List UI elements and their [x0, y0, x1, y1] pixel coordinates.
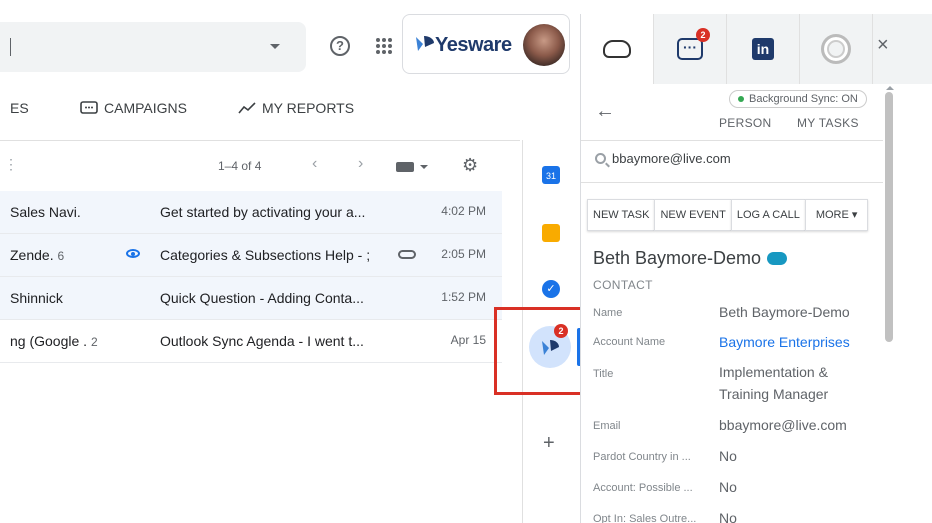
notification-badge: 2	[696, 28, 710, 42]
calendar-icon[interactable]: 31	[542, 166, 560, 184]
email-sender: Zende. 6	[10, 247, 64, 263]
email-time: 1:52 PM	[441, 290, 486, 304]
toolbar-divider	[0, 140, 520, 141]
email-time: Apr 15	[450, 333, 486, 347]
attachment-icon	[398, 250, 416, 259]
email-time: 2:05 PM	[441, 247, 486, 261]
contact-name-text: Beth Baymore-Demo	[593, 248, 762, 268]
table-row[interactable]: Sales Navi. Get started by activating yo…	[0, 191, 502, 234]
email-sender: ng (Google . 2	[10, 333, 98, 349]
prev-page-button[interactable]: ‹	[312, 155, 317, 173]
action-bar: NEW TASK NEW EVENT LOG A CALL MORE ▾	[587, 199, 869, 231]
sync-status-text: Background Sync: ON	[749, 93, 858, 105]
field-label-name: Name	[593, 307, 623, 319]
contact-name: Beth Baymore-Demo	[593, 248, 788, 269]
email-sender-text: ng (Google .	[10, 333, 88, 349]
email-time: 4:02 PM	[441, 204, 486, 218]
contact-search-input[interactable]: bbaymore@live.com	[595, 151, 731, 166]
tab-my-tasks[interactable]: MY TASKS	[797, 116, 859, 130]
email-subject: Get started by activating your a...	[160, 204, 366, 220]
keyboard-icon[interactable]	[396, 162, 414, 172]
email-subject: Outlook Sync Agenda - I went t...	[160, 333, 364, 349]
email-sender: Shinnick	[10, 290, 63, 306]
linkedin-icon: in	[752, 38, 774, 60]
keep-icon[interactable]	[542, 224, 560, 242]
apps-grid-icon[interactable]	[376, 38, 392, 54]
more-options-icon[interactable]: ⋮	[4, 156, 18, 173]
eye-icon	[126, 249, 140, 258]
field-value-pardot-country: No	[719, 448, 737, 464]
nav-tab-campaigns[interactable]: CAMPAIGNS	[80, 100, 187, 116]
field-label-account-possible: Account: Possible ...	[593, 482, 693, 494]
search-options-caret-icon[interactable]	[270, 44, 280, 49]
contact-type-label: CONTACT	[593, 278, 653, 292]
contact-search-value: bbaymore@live.com	[612, 151, 731, 166]
email-subject: Categories & Subsections Help - ;	[160, 247, 371, 263]
salesforce-cloud-icon[interactable]	[767, 252, 788, 265]
nav-tab-reports-label: MY REPORTS	[262, 100, 355, 116]
field-label-title: Title	[593, 368, 614, 380]
mail-search-bar[interactable]	[0, 22, 306, 72]
tasks-icon[interactable]: ✓	[542, 280, 560, 298]
field-label-opt-in: Opt In: Sales Outre...	[593, 513, 697, 523]
cloud-sync-icon	[603, 40, 631, 58]
nav-tab-campaigns-label: CAMPAIGNS	[104, 100, 187, 116]
next-page-button[interactable]: ›	[358, 155, 363, 173]
tab-messages[interactable]: ··· 2	[654, 14, 727, 84]
gear-icon[interactable]: ⚙	[462, 155, 478, 176]
campaigns-icon	[80, 101, 98, 114]
yesware-nav: ES CAMPAIGNS MY REPORTS	[0, 86, 580, 130]
pagination-range: 1–4 of 4	[218, 159, 262, 173]
email-sender: Sales Navi.	[10, 204, 81, 220]
field-label-account: Account Name	[593, 336, 666, 348]
thread-count: 2	[90, 335, 98, 349]
field-label-pardot-country: Pardot Country in ...	[593, 451, 691, 463]
sync-status-badge: Background Sync: ON	[729, 90, 867, 108]
yesware-account-box[interactable]: Yesware	[402, 14, 570, 74]
yesware-logo-icon	[416, 36, 434, 51]
add-addon-icon[interactable]: +	[543, 432, 555, 455]
more-button[interactable]: MORE ▾	[804, 199, 869, 231]
text-cursor	[10, 38, 11, 56]
ring-icon	[821, 34, 851, 64]
new-task-button[interactable]: NEW TASK	[587, 199, 655, 231]
yesware-sidebar-panel: ··· 2 in × ← Background Sync: ON PERSON …	[580, 14, 932, 523]
panel-scrollbar[interactable]	[885, 92, 893, 342]
field-value-opt-in: No	[719, 510, 737, 523]
email-list: Sales Navi. Get started by activating yo…	[0, 191, 502, 363]
nav-tab-reports[interactable]: MY REPORTS	[238, 100, 354, 116]
log-call-button[interactable]: LOG A CALL	[730, 199, 805, 231]
help-icon[interactable]: ?	[330, 36, 350, 56]
status-dot-icon	[738, 96, 744, 102]
close-icon[interactable]: ×	[877, 34, 889, 57]
panel-divider	[581, 140, 883, 141]
account-link[interactable]: Baymore Enterprises	[719, 331, 869, 353]
table-row[interactable]: Shinnick Quick Question - Adding Conta..…	[0, 277, 502, 320]
search-icon	[595, 153, 606, 164]
scroll-up-arrow-icon[interactable]	[886, 86, 894, 90]
panel-divider	[581, 182, 883, 183]
tab-person[interactable]: PERSON	[719, 116, 771, 130]
tab-linkedin[interactable]: in	[727, 14, 800, 84]
thread-count: 6	[57, 249, 65, 263]
field-value-name: Beth Baymore-Demo	[719, 304, 850, 320]
new-event-button[interactable]: NEW EVENT	[654, 199, 731, 231]
field-value-email: bbaymore@live.com	[719, 417, 847, 433]
avatar[interactable]	[523, 24, 565, 66]
brand-name: Yesware	[435, 34, 512, 56]
tab-integration[interactable]	[800, 14, 873, 84]
nav-tab-partial-label: ES	[10, 100, 29, 116]
back-arrow-icon[interactable]: ←	[595, 100, 615, 123]
tab-salesforce-sync[interactable]	[581, 14, 654, 84]
table-row[interactable]: ng (Google . 2 Outlook Sync Agenda - I w…	[0, 320, 502, 363]
field-value-title: Implementation & Training Manager	[719, 364, 829, 402]
nav-tab-partial[interactable]: ES	[10, 100, 29, 116]
email-sender-text: Zende.	[10, 247, 54, 263]
email-subject: Quick Question - Adding Conta...	[160, 290, 364, 306]
table-row[interactable]: Zende. 6 Categories & Subsections Help -…	[0, 234, 502, 277]
field-label-email: Email	[593, 420, 621, 432]
chevron-down-icon[interactable]	[420, 165, 428, 169]
reports-trend-icon	[238, 102, 256, 114]
field-value-account-possible: No	[719, 479, 737, 495]
